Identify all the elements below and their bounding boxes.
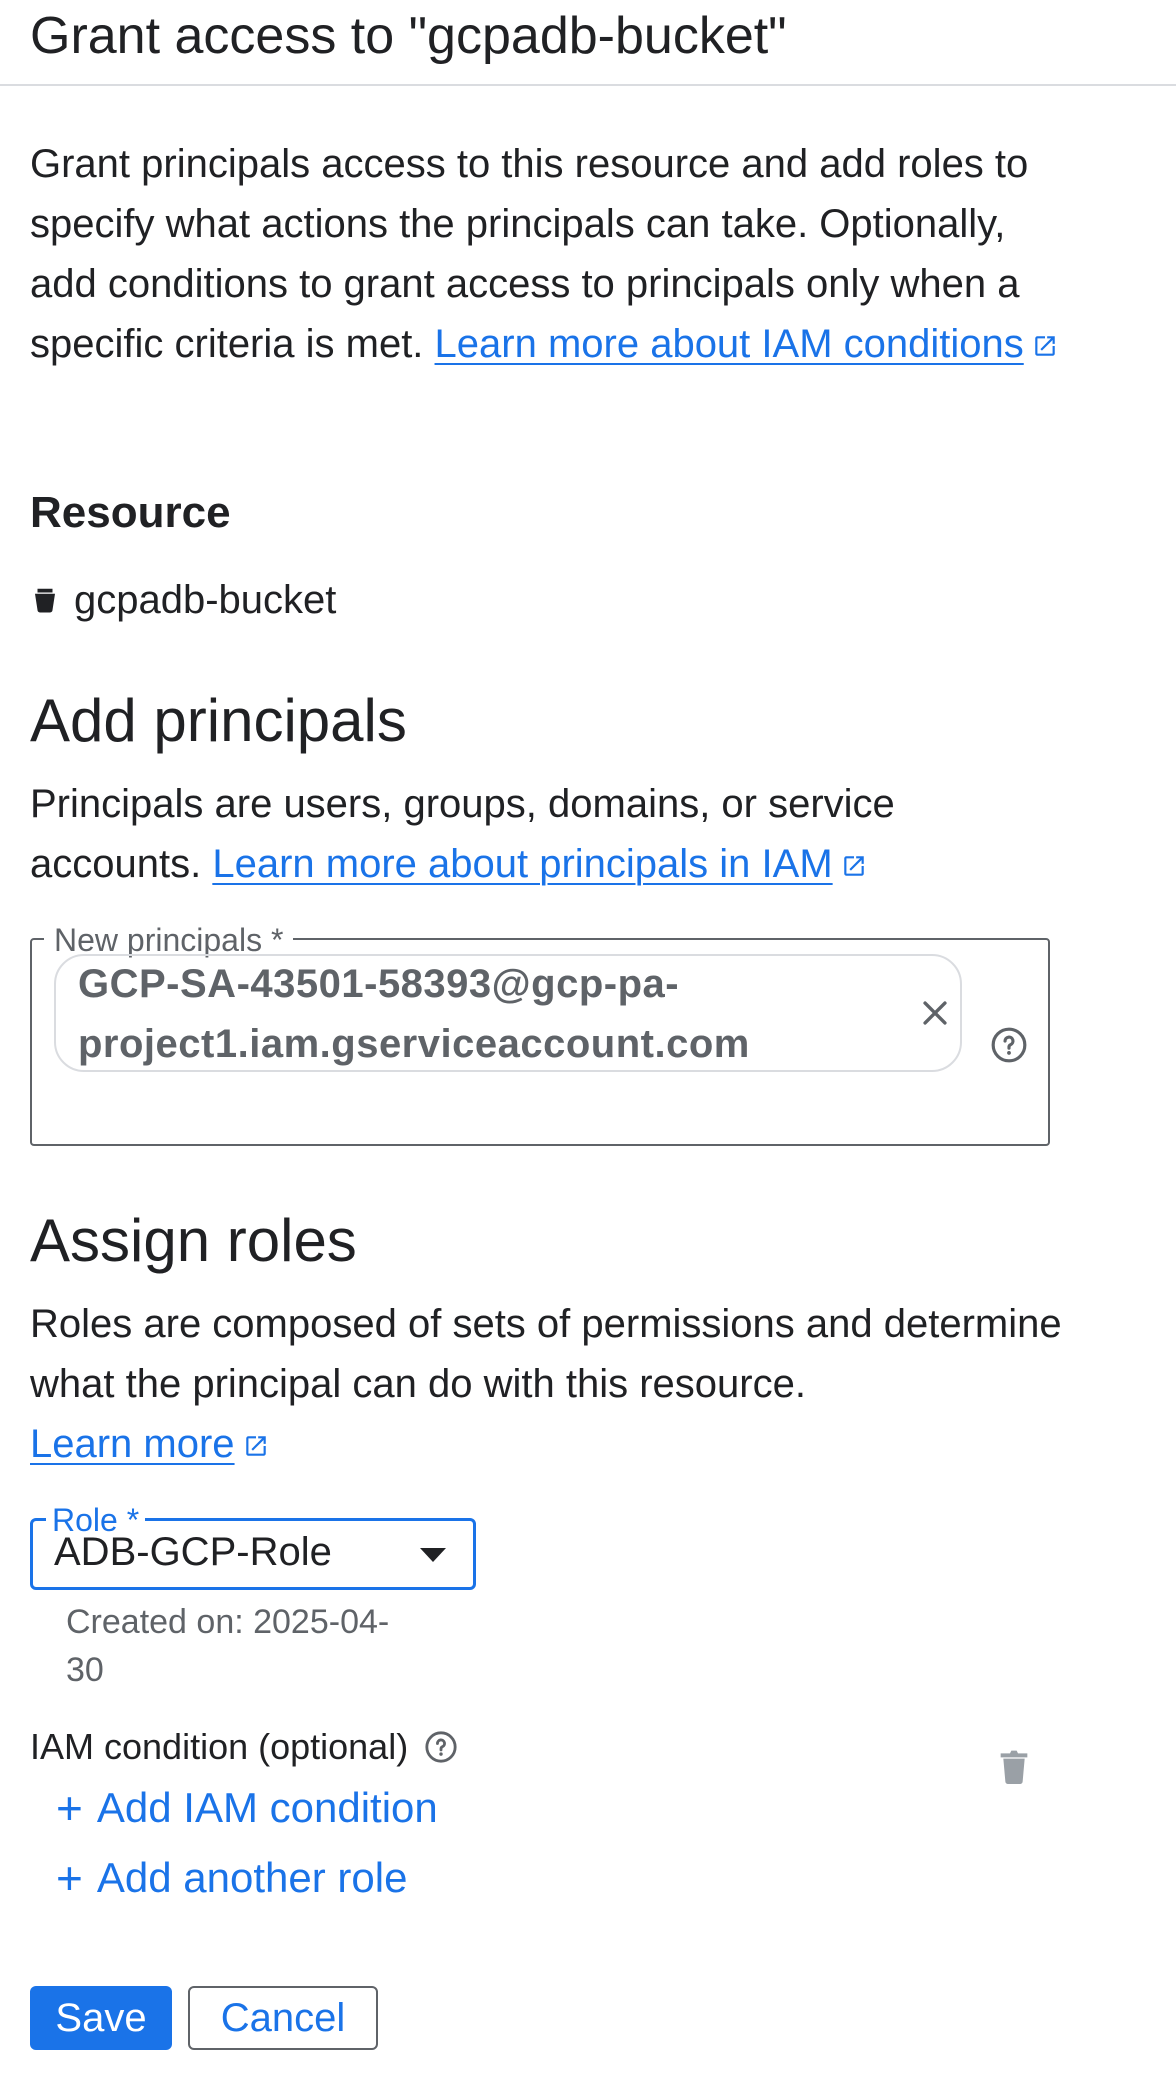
iam-condition-row: IAM condition (optional) [30,1726,458,1768]
cancel-button[interactable]: Cancel [188,1986,378,2050]
help-icon[interactable] [990,1026,1028,1064]
principals-description: Principals are users, groups, domains, o… [30,782,895,886]
intro-text: Grant principals access to this resource… [30,134,1070,374]
resource-name: gcpadb-bucket [74,577,337,622]
save-button[interactable]: Save [30,1986,172,2050]
roles-learn-more-link[interactable]: Learn more [30,1422,269,1466]
role-value: ADB-GCP-Role [54,1530,332,1574]
external-link-icon [245,1436,266,1456]
add-principals-heading: Add principals [30,687,407,754]
dropdown-arrow-icon [420,1548,446,1562]
header-divider [0,84,1176,86]
external-link-icon [1035,336,1055,356]
delete-icon[interactable] [998,1748,1030,1784]
plus-icon: + [56,1782,83,1834]
add-iam-condition-label: Add IAM condition [96,1784,438,1831]
iam-conditions-link[interactable]: Learn more about IAM conditions [435,322,1058,366]
role-created-on: Created on: 2025-04-30 [66,1603,390,1689]
roles-description: Roles are composed of sets of permission… [30,1302,1062,1466]
resource-heading: Resource [30,488,231,537]
add-iam-condition-button[interactable]: + Add IAM condition [56,1784,438,1832]
plus-icon: + [56,1852,83,1904]
bucket-icon [35,588,55,613]
panel-title: Grant access to "gcpadb-bucket" [30,7,787,65]
new-principals-label: New principals * [44,922,294,958]
external-link-icon [843,856,864,876]
add-another-role-button[interactable]: + Add another role [56,1854,407,1902]
assign-roles-heading: Assign roles [30,1207,357,1274]
iam-condition-label: IAM condition (optional) [30,1726,409,1767]
principals-learn-more-link[interactable]: Learn more about principals in IAM [212,842,866,886]
add-another-role-label: Add another role [96,1854,408,1901]
close-icon[interactable] [918,996,952,1030]
principal-chip-text: GCP-SA-43501-58393@gcp-pa-project1.iam.g… [78,962,750,1066]
help-icon[interactable] [424,1730,458,1764]
resource-row: gcpadb-bucket [30,572,336,628]
